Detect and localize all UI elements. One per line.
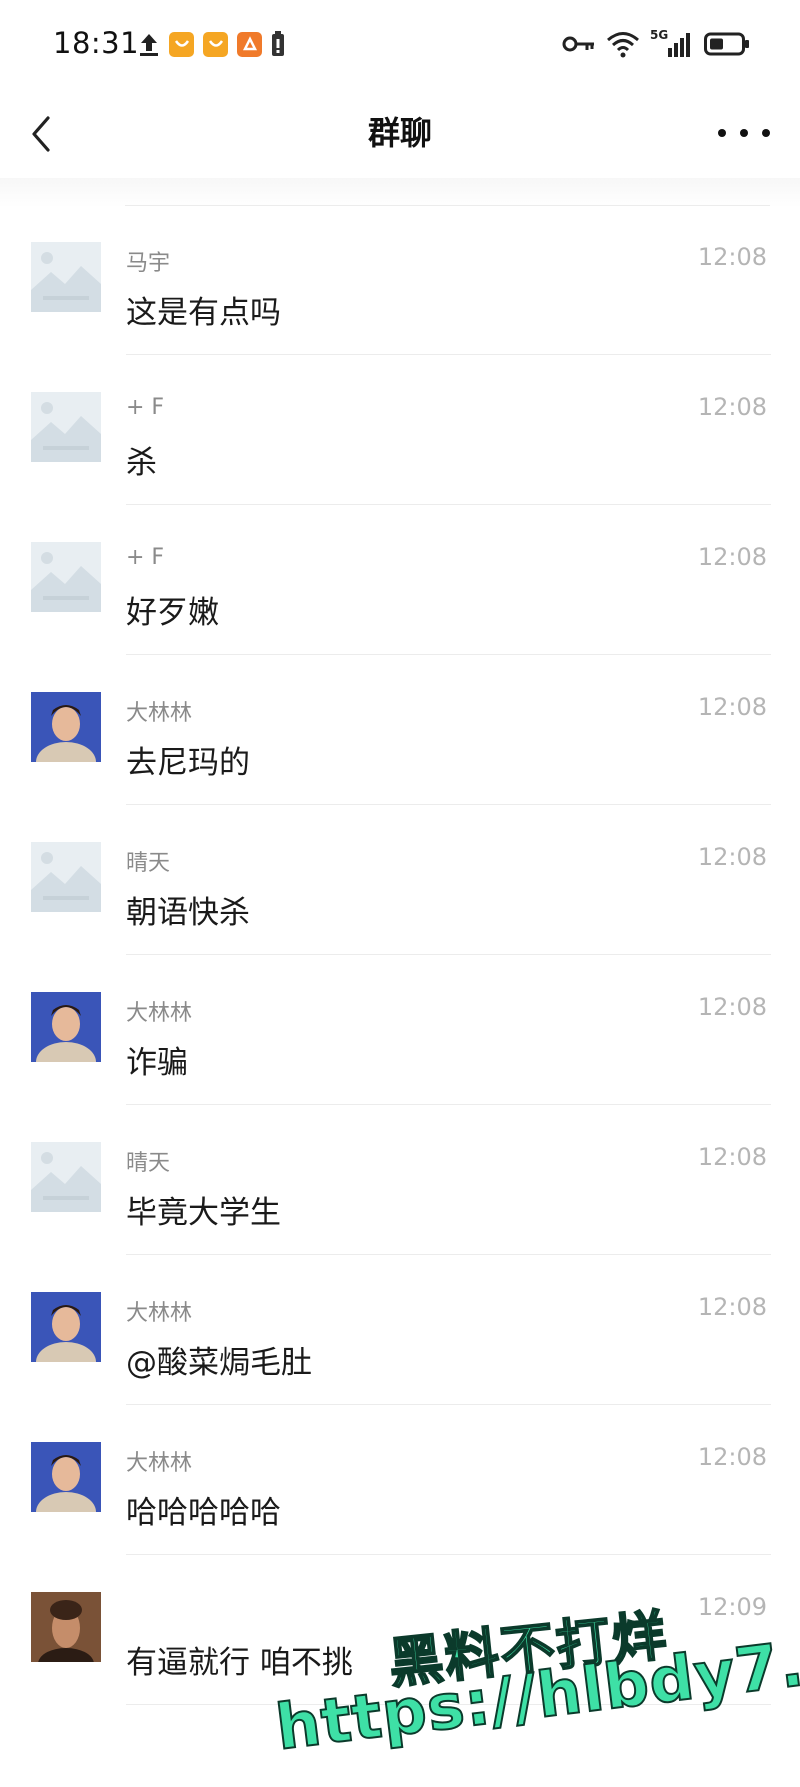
app-icon <box>237 31 262 57</box>
sender-name: + F <box>126 395 165 420</box>
wifi-icon <box>607 32 639 58</box>
sender-name: 大林林 <box>126 1451 193 1476</box>
message-item[interactable]: + F 杀 12:08 <box>0 355 800 505</box>
message-text: 朝语快杀 <box>126 895 250 931</box>
message-time: 12:08 <box>697 1293 767 1321</box>
message-item[interactable]: 马宇这是有点吗 12:08 <box>0 205 800 355</box>
message-text: 杀 <box>126 445 157 481</box>
taobao-icon <box>169 31 194 57</box>
nav-shadow <box>0 178 800 208</box>
sender-name: 大林林 <box>126 1301 193 1326</box>
message-item[interactable]: + F 好歹嫩 12:08 <box>0 505 800 655</box>
message-time: 12:08 <box>697 843 767 871</box>
message-time: 12:08 <box>697 243 767 271</box>
message-item[interactable]: 大林林去尼玛的 12:08 <box>0 655 800 805</box>
avatar[interactable] <box>31 1442 101 1512</box>
status-left-icons <box>138 31 285 57</box>
status-time: 18:31 <box>53 26 140 60</box>
message-text: 诈骗 <box>126 1045 188 1081</box>
message-time: 12:08 <box>697 1443 767 1471</box>
key-icon <box>562 36 594 52</box>
sender-name: + F <box>126 545 165 570</box>
message-text: 哈哈哈哈哈 <box>126 1495 281 1531</box>
avatar[interactable] <box>31 1592 101 1662</box>
message-item[interactable]: 大林林诈骗 12:08 <box>0 955 800 1105</box>
message-item[interactable]: 大林林哈哈哈哈哈 12:08 <box>0 1405 800 1555</box>
message-text: @酸菜焗毛肚 <box>126 1345 312 1381</box>
sender-name: 晴天 <box>126 1151 171 1176</box>
battery-saver-icon <box>272 31 284 56</box>
status-right-icons: 5G <box>562 28 750 58</box>
more-dots-icon[interactable] <box>718 116 770 150</box>
sender-name: 大林林 <box>126 1001 193 1026</box>
message-text: 这是有点吗 <box>126 295 281 331</box>
avatar[interactable] <box>31 392 101 462</box>
avatar[interactable] <box>31 692 101 762</box>
avatar[interactable] <box>31 842 101 912</box>
sender-name: 马宇 <box>126 251 171 276</box>
battery-icon <box>704 32 749 56</box>
sender-name: 大林林 <box>126 701 193 726</box>
avatar[interactable] <box>31 1292 101 1362</box>
sender-name: 晴天 <box>126 851 171 876</box>
5g-signal-icon: 5G <box>650 28 694 58</box>
message-time: 12:08 <box>697 543 767 571</box>
message-time: 12:08 <box>697 393 767 421</box>
message-text: 有逼就行 咱不挑 <box>126 1645 353 1681</box>
avatar[interactable] <box>31 992 101 1062</box>
message-text: 毕竟大学生 <box>126 1195 281 1231</box>
message-time: 12:08 <box>697 693 767 721</box>
avatar[interactable] <box>31 542 101 612</box>
message-text: 去尼玛的 <box>126 745 250 781</box>
message-time: 12:08 <box>697 1143 767 1171</box>
message-time: 12:08 <box>697 993 767 1021</box>
page-title: 群聊 <box>367 114 432 152</box>
upload-icon <box>140 34 158 56</box>
avatar[interactable] <box>31 242 101 312</box>
avatar[interactable] <box>31 1142 101 1212</box>
message-item[interactable]: 大林林 @酸菜焗毛肚 12:08 <box>0 1255 800 1405</box>
message-time: 12:09 <box>697 1593 767 1621</box>
taobao-icon <box>203 31 228 57</box>
nav-bar: 群聊 <box>0 90 800 180</box>
message-item[interactable]: 晴天毕竟大学生 12:08 <box>0 1105 800 1255</box>
message-text: 好歹嫩 <box>126 595 219 631</box>
status-bar: 18:31 5G <box>0 0 800 90</box>
message-item[interactable]: 晴天朝语快杀 12:08 <box>0 805 800 955</box>
